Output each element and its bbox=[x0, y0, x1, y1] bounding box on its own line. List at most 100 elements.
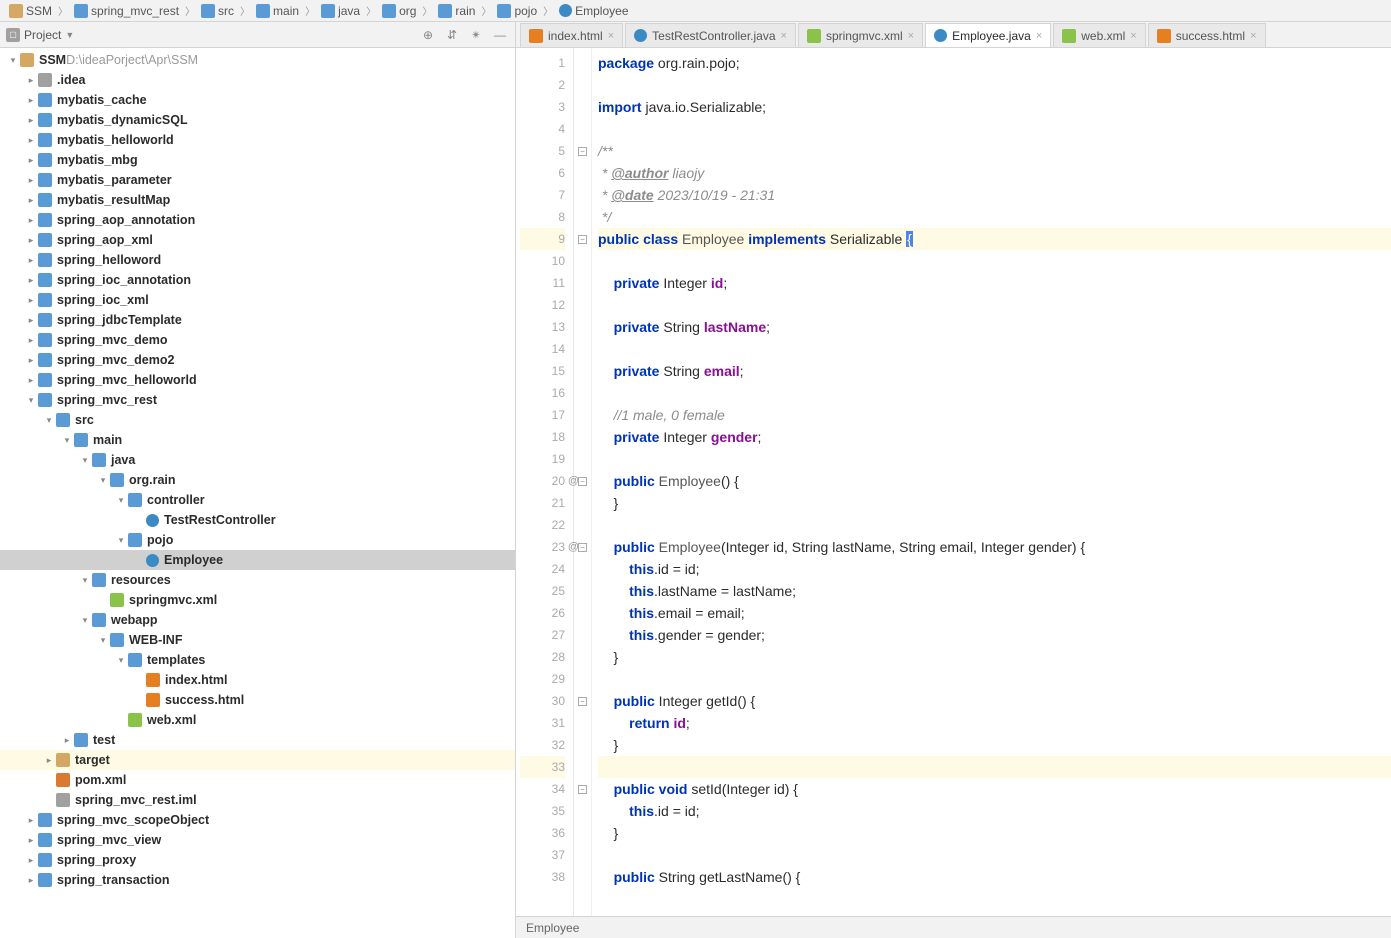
tab-index-html[interactable]: index.html× bbox=[520, 23, 623, 47]
tree-arrow[interactable]: ▾ bbox=[6, 55, 20, 66]
tree-arrow[interactable]: ▾ bbox=[78, 575, 92, 586]
breadcrumb-item[interactable]: Employee bbox=[556, 3, 631, 19]
tree-arrow[interactable]: ▸ bbox=[24, 135, 38, 146]
fold-toggle[interactable]: − bbox=[578, 697, 587, 706]
settings-icon[interactable]: ✴ bbox=[467, 26, 485, 44]
tree-arrow[interactable]: ▾ bbox=[96, 635, 110, 646]
fold-toggle[interactable]: − bbox=[578, 785, 587, 794]
tree-item-test[interactable]: ▸test bbox=[0, 730, 515, 750]
tree-item-spring-aop-annotation[interactable]: ▸spring_aop_annotation bbox=[0, 210, 515, 230]
breadcrumb-item[interactable]: java bbox=[318, 3, 363, 19]
tree-arrow[interactable]: ▸ bbox=[24, 375, 38, 386]
close-icon[interactable]: × bbox=[1250, 30, 1256, 42]
tree-item-employee[interactable]: Employee bbox=[0, 550, 515, 570]
tree-item-webapp[interactable]: ▾webapp bbox=[0, 610, 515, 630]
fold-toggle[interactable]: − bbox=[578, 147, 587, 156]
tree-item-ssm[interactable]: ▾SSM D:\ideaPorject\Apr\SSM bbox=[0, 50, 515, 70]
tree-item-web-xml[interactable]: web.xml bbox=[0, 710, 515, 730]
tree-item-main[interactable]: ▾main bbox=[0, 430, 515, 450]
tree-arrow[interactable]: ▸ bbox=[24, 255, 38, 266]
status-crumb[interactable]: Employee bbox=[526, 921, 579, 935]
fold-toggle[interactable]: − bbox=[578, 235, 587, 244]
fold-toggle[interactable]: − bbox=[578, 543, 587, 552]
tree-arrow[interactable]: ▾ bbox=[42, 415, 56, 426]
tree-arrow[interactable]: ▸ bbox=[24, 275, 38, 286]
tree-item-mybatis-mbg[interactable]: ▸mybatis_mbg bbox=[0, 150, 515, 170]
tree-arrow[interactable]: ▸ bbox=[24, 295, 38, 306]
tree-item-index-html[interactable]: index.html bbox=[0, 670, 515, 690]
close-icon[interactable]: × bbox=[608, 30, 614, 42]
tree-arrow[interactable]: ▸ bbox=[24, 75, 38, 86]
tree-arrow[interactable]: ▸ bbox=[24, 235, 38, 246]
tree-arrow[interactable]: ▸ bbox=[24, 855, 38, 866]
tree-arrow[interactable]: ▾ bbox=[78, 455, 92, 466]
tree-arrow[interactable]: ▸ bbox=[24, 95, 38, 106]
tree-item-spring-ioc-xml[interactable]: ▸spring_ioc_xml bbox=[0, 290, 515, 310]
project-dropdown[interactable]: ▢ Project ▼ bbox=[6, 28, 74, 42]
tree-item-spring-mvc-rest-iml[interactable]: spring_mvc_rest.iml bbox=[0, 790, 515, 810]
breadcrumb-item[interactable]: org bbox=[379, 3, 419, 19]
tree-arrow[interactable]: ▾ bbox=[114, 495, 128, 506]
tree-item-mybatis-cache[interactable]: ▸mybatis_cache bbox=[0, 90, 515, 110]
tree-item-templates[interactable]: ▾templates bbox=[0, 650, 515, 670]
tree-arrow[interactable]: ▸ bbox=[24, 835, 38, 846]
tree-item-pojo[interactable]: ▾pojo bbox=[0, 530, 515, 550]
tree-item-controller[interactable]: ▾controller bbox=[0, 490, 515, 510]
tree-arrow[interactable]: ▸ bbox=[60, 735, 74, 746]
tree-item-spring-transaction[interactable]: ▸spring_transaction bbox=[0, 870, 515, 890]
tree-arrow[interactable]: ▾ bbox=[114, 655, 128, 666]
tree-item-src[interactable]: ▾src bbox=[0, 410, 515, 430]
tab-success-html[interactable]: success.html× bbox=[1148, 23, 1266, 47]
locate-icon[interactable]: ⊕ bbox=[419, 26, 437, 44]
breadcrumb-item[interactable]: main bbox=[253, 3, 302, 19]
tree-item-spring-ioc-annotation[interactable]: ▸spring_ioc_annotation bbox=[0, 270, 515, 290]
tree-item-spring-mvc-view[interactable]: ▸spring_mvc_view bbox=[0, 830, 515, 850]
tree-item-java[interactable]: ▾java bbox=[0, 450, 515, 470]
tree-item-spring-mvc-rest[interactable]: ▾spring_mvc_rest bbox=[0, 390, 515, 410]
close-icon[interactable]: × bbox=[1130, 30, 1136, 42]
close-icon[interactable]: × bbox=[1036, 30, 1042, 42]
tree-arrow[interactable]: ▸ bbox=[24, 875, 38, 886]
breadcrumb-item[interactable]: spring_mvc_rest bbox=[71, 3, 182, 19]
breadcrumb-item[interactable]: pojo bbox=[494, 3, 540, 19]
tree-item--idea[interactable]: ▸.idea bbox=[0, 70, 515, 90]
code-editor[interactable]: package org.rain.pojo;import java.io.Ser… bbox=[592, 48, 1391, 916]
tree-arrow[interactable]: ▾ bbox=[114, 535, 128, 546]
tree-item-pom-xml[interactable]: pom.xml bbox=[0, 770, 515, 790]
tree-item-target[interactable]: ▸target bbox=[0, 750, 515, 770]
tab-springmvc-xml[interactable]: springmvc.xml× bbox=[798, 23, 923, 47]
breadcrumb-item[interactable]: SSM bbox=[6, 3, 55, 19]
tree-item-spring-mvc-scopeobject[interactable]: ▸spring_mvc_scopeObject bbox=[0, 810, 515, 830]
tab-testrestcontroller-java[interactable]: TestRestController.java× bbox=[625, 23, 796, 47]
tree-arrow[interactable]: ▸ bbox=[24, 195, 38, 206]
tree-item-spring-helloword[interactable]: ▸spring_helloword bbox=[0, 250, 515, 270]
tree-item-spring-mvc-demo2[interactable]: ▸spring_mvc_demo2 bbox=[0, 350, 515, 370]
tree-item-resources[interactable]: ▾resources bbox=[0, 570, 515, 590]
tree-item-spring-mvc-helloworld[interactable]: ▸spring_mvc_helloworld bbox=[0, 370, 515, 390]
close-icon[interactable]: × bbox=[781, 30, 787, 42]
tree-arrow[interactable]: ▾ bbox=[96, 475, 110, 486]
tree-arrow[interactable]: ▾ bbox=[60, 435, 74, 446]
tree-arrow[interactable]: ▸ bbox=[24, 175, 38, 186]
expand-all-icon[interactable]: ⇵ bbox=[443, 26, 461, 44]
tree-item-spring-aop-xml[interactable]: ▸spring_aop_xml bbox=[0, 230, 515, 250]
tree-arrow[interactable]: ▾ bbox=[78, 615, 92, 626]
tab-web-xml[interactable]: web.xml× bbox=[1053, 23, 1145, 47]
breadcrumb-item[interactable]: src bbox=[198, 3, 237, 19]
tree-item-testrestcontroller[interactable]: TestRestController bbox=[0, 510, 515, 530]
hide-icon[interactable]: — bbox=[491, 26, 509, 44]
tree-item-spring-mvc-demo[interactable]: ▸spring_mvc_demo bbox=[0, 330, 515, 350]
tab-employee-java[interactable]: Employee.java× bbox=[925, 23, 1051, 47]
tree-item-mybatis-dynamicsql[interactable]: ▸mybatis_dynamicSQL bbox=[0, 110, 515, 130]
tree-arrow[interactable]: ▸ bbox=[24, 115, 38, 126]
tree-arrow[interactable]: ▸ bbox=[24, 215, 38, 226]
tree-arrow[interactable]: ▸ bbox=[42, 755, 56, 766]
tree-arrow[interactable]: ▸ bbox=[24, 815, 38, 826]
tree-arrow[interactable]: ▸ bbox=[24, 155, 38, 166]
fold-toggle[interactable]: − bbox=[578, 477, 587, 486]
tree-item-success-html[interactable]: success.html bbox=[0, 690, 515, 710]
tree-arrow[interactable]: ▸ bbox=[24, 315, 38, 326]
project-tree[interactable]: ▾SSM D:\ideaPorject\Apr\SSM▸.idea▸mybati… bbox=[0, 48, 515, 938]
tree-item-spring-proxy[interactable]: ▸spring_proxy bbox=[0, 850, 515, 870]
close-icon[interactable]: × bbox=[908, 30, 914, 42]
